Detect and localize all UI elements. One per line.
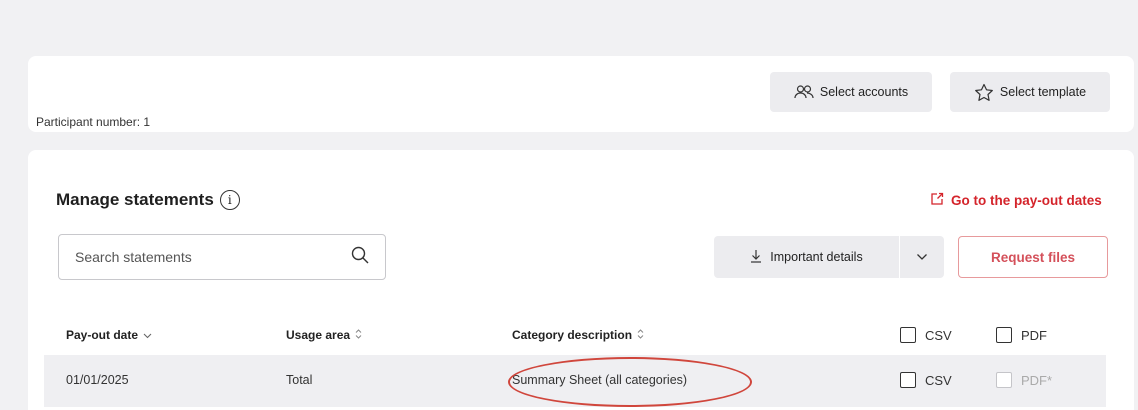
row-usage-area: Total — [286, 373, 313, 387]
select-template-button[interactable]: Select template — [950, 72, 1110, 112]
column-header-label: Category description — [512, 328, 633, 342]
row-pdf-option: PDF* — [996, 372, 1052, 388]
column-header-label: Usage area — [286, 328, 351, 342]
row-csv-label: CSV — [925, 372, 952, 388]
select-template-label: Select template — [999, 85, 1087, 99]
row-category-description: Summary Sheet (all categories) — [512, 373, 688, 387]
search-input[interactable] — [75, 249, 351, 265]
sort-icon — [355, 328, 362, 342]
important-details-label: Important details — [770, 250, 863, 264]
external-link-icon — [930, 192, 944, 209]
participant-number: Participant number: 1 — [36, 115, 151, 129]
select-accounts-button[interactable]: Select accounts — [770, 72, 932, 112]
goto-payout-dates-link[interactable]: Go to the pay-out dates — [930, 192, 1102, 209]
csv-header-label: CSV — [925, 327, 952, 343]
page-title-text: Manage statements — [56, 190, 214, 209]
row-csv-option: CSV — [900, 372, 952, 388]
sort-icon — [637, 328, 644, 342]
row-pdf-label: PDF* — [1021, 372, 1053, 388]
select-all-pdf: PDF — [996, 327, 1047, 343]
column-header-payout-date[interactable]: Pay-out date — [66, 328, 152, 342]
download-icon — [750, 249, 762, 266]
important-details-dropdown[interactable] — [900, 236, 944, 278]
important-details-button[interactable]: Important details — [714, 236, 899, 278]
column-header-usage-area[interactable]: Usage area — [286, 328, 362, 342]
row-csv-checkbox[interactable] — [900, 372, 916, 388]
column-header-category-description[interactable]: Category description — [512, 328, 644, 342]
search-icon[interactable] — [351, 246, 369, 269]
chevron-down-icon — [916, 248, 928, 266]
select-accounts-label: Select accounts — [819, 85, 909, 99]
select-all-csv-checkbox[interactable] — [900, 327, 916, 343]
pdf-header-label: PDF — [1021, 327, 1047, 343]
column-header-label: Pay-out date — [66, 328, 139, 342]
request-files-button[interactable]: Request files — [958, 236, 1108, 278]
people-icon — [794, 84, 814, 100]
search-box — [58, 234, 386, 280]
star-icon — [974, 83, 994, 102]
select-all-csv: CSV — [900, 327, 952, 343]
row-payout-date: 01/01/2025 — [66, 373, 129, 387]
chevron-down-icon — [143, 328, 152, 342]
info-icon[interactable]: i — [219, 190, 240, 210]
select-all-pdf-checkbox[interactable] — [996, 327, 1012, 343]
row-pdf-checkbox — [996, 372, 1012, 388]
important-details-group: Important details — [714, 236, 944, 278]
page-title: Manage statements i — [56, 190, 240, 210]
goto-payout-dates-label: Go to the pay-out dates — [951, 193, 1102, 208]
